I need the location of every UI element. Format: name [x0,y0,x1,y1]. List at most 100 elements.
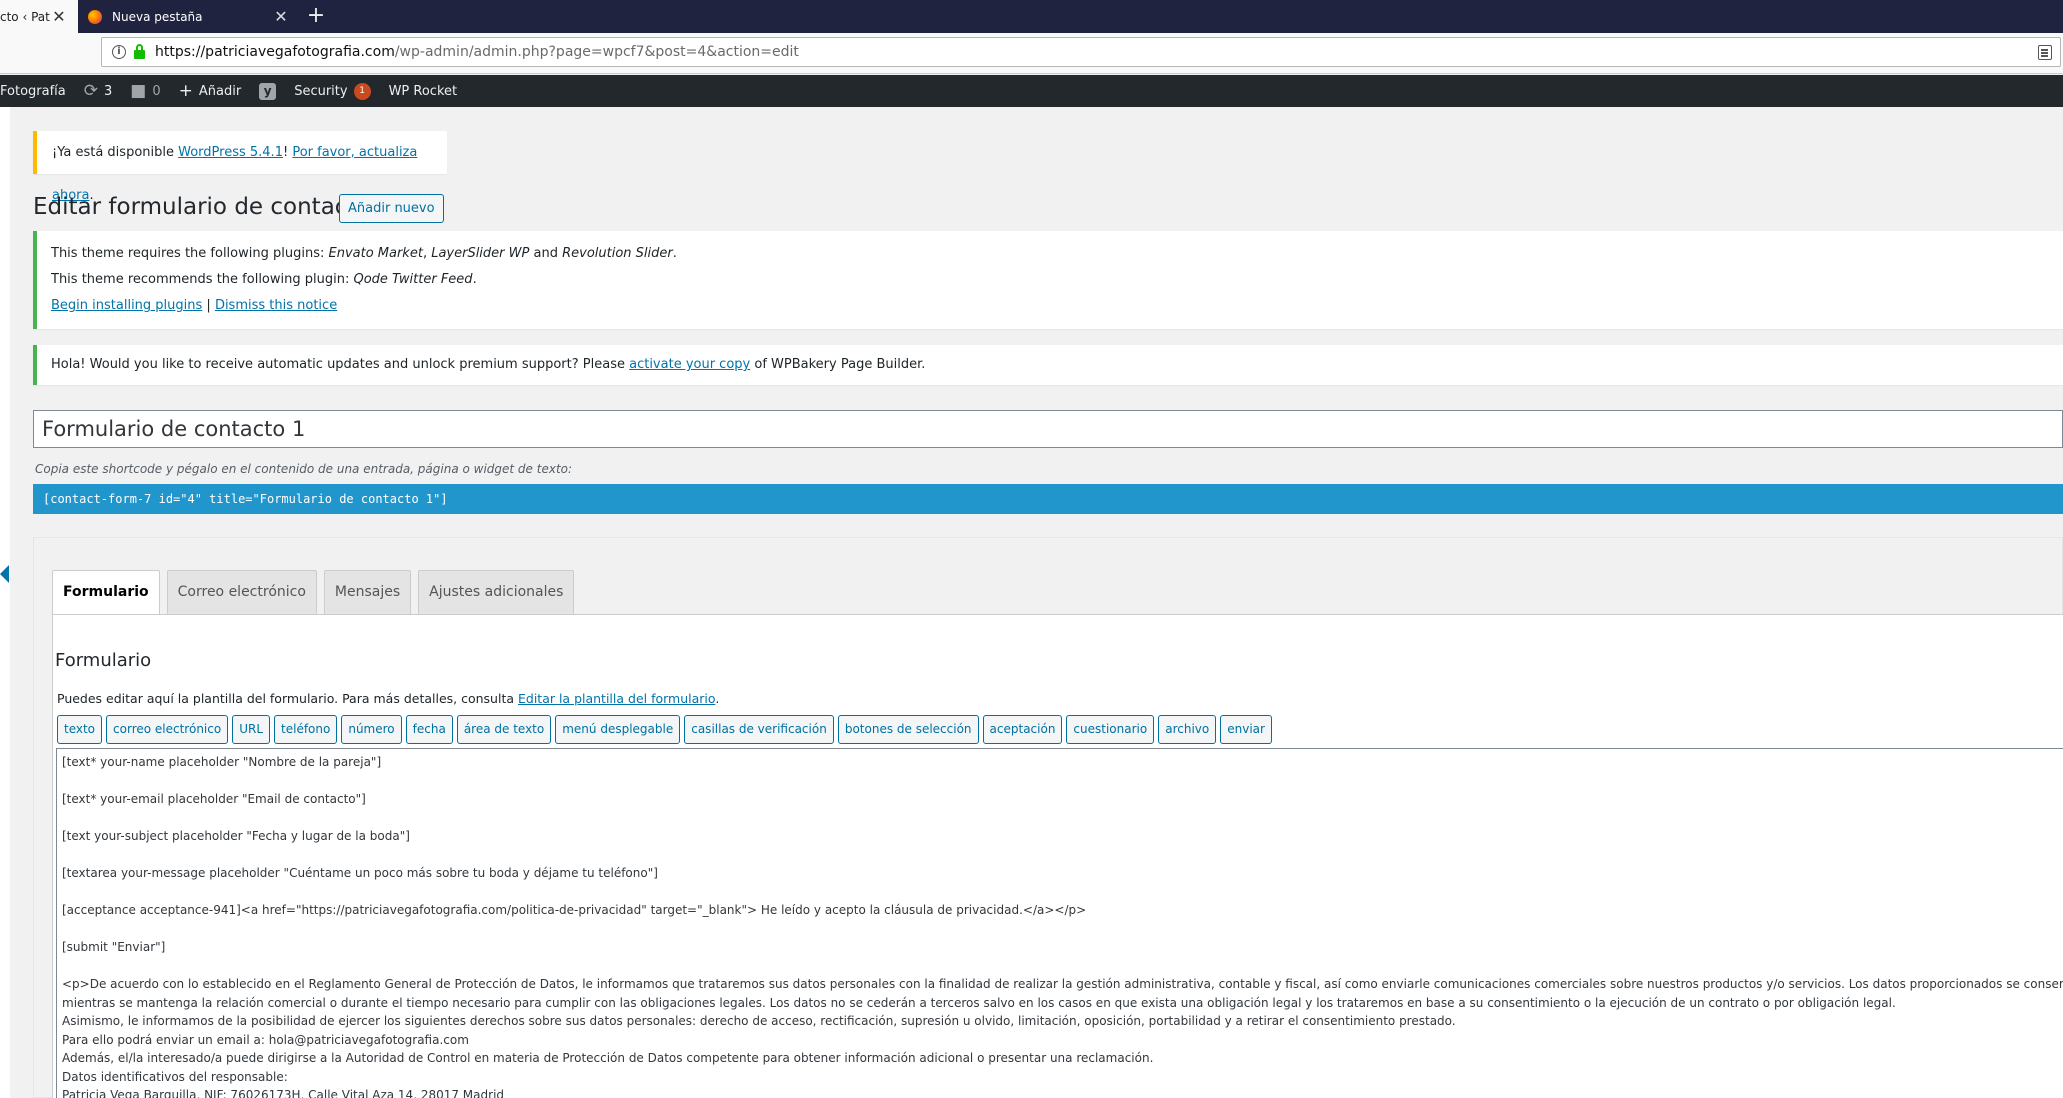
required-plugins-notice: This theme requires the following plugin… [33,231,2063,329]
tag-button-aceptacion[interactable]: aceptación [982,715,1063,744]
tab-title: Nueva pestaña [112,9,203,24]
code-line: mientras se mantenga la relación comerci… [62,995,1896,1010]
notice-text: and [529,246,563,261]
plugin-name: Qode Twitter Feed [353,272,473,287]
admin-bar-add-new[interactable]: + Añadir [179,81,242,101]
tag-button-url[interactable]: URL [232,715,271,744]
editor-tabs: Formulario Correo electrónico Mensajes A… [52,570,581,615]
admin-bar-site-name[interactable]: Fotografía [0,84,66,99]
tab-mensajes[interactable]: Mensajes [323,570,412,614]
url-path: /wp-admin/admin.php?page=wpcf7&post=4&ac… [394,44,799,60]
browser-tab-new[interactable]: Nueva pestaña ✕ [78,0,300,33]
form-title-input[interactable]: Formulario de contacto 1 [33,410,2063,448]
notice-text: of WPBakery Page Builder. [750,357,926,372]
code-line: Datos identificativos del responsable: [62,1069,288,1084]
plugin-name: LayerSlider WP [431,246,530,261]
code-line: [text your-subject placeholder "Fecha y … [62,829,410,843]
tag-button-menu-desplegable[interactable]: menú desplegable [555,715,681,744]
code-line: [acceptance acceptance-941]<a href="http… [62,903,1087,917]
tag-button-cuestionario[interactable]: cuestionario [1066,715,1155,744]
page-title: Editar formulario de contacto [33,194,371,220]
wp-admin-bar: Fotografía ⟳ 3 ■ 0 + Añadir y Security 1 WP … [0,75,2063,107]
tag-button-fecha[interactable]: fecha [405,715,453,744]
tag-button-casillas[interactable]: casillas de verificación [684,715,834,744]
add-new-button[interactable]: Añadir nuevo [339,194,444,223]
site-name-label: Fotografía [0,83,66,99]
begin-installing-plugins-link[interactable]: Begin installing plugins [51,298,202,313]
admin-bar-wp-rocket[interactable]: WP Rocket [389,84,458,99]
admin-bar-updates[interactable]: ⟳ 3 [84,81,113,101]
firefox-icon [88,9,102,24]
browser-tab-bar: cto ‹ Patr ✕ Nueva pestaña ✕ + [0,0,2063,33]
yoast-icon: y [259,82,277,100]
form-template-textarea[interactable]: [text* your-name placeholder "Nombre de … [56,748,2063,1098]
plugin-name: Envato Market [328,246,423,261]
security-label: Security [294,83,348,99]
tag-button-correo-electronico[interactable]: correo electrónico [106,715,229,744]
panel-desc-text: . [715,691,720,706]
info-icon[interactable]: i [112,45,126,59]
tag-button-area-de-texto[interactable]: área de texto [456,715,552,744]
security-badge: 1 [353,82,371,100]
tag-button-texto[interactable]: texto [57,715,103,744]
panel-description: Puedes editar aquí la plantilla del form… [57,691,719,706]
tag-button-numero[interactable]: número [341,715,402,744]
comment-icon: ■ [130,81,147,101]
tab-formulario[interactable]: Formulario [52,570,160,615]
update-nag-middle: ! [282,145,293,160]
wp-rocket-label: WP Rocket [388,83,458,99]
browser-nav-bar: i https://patriciavegafotografia.com/wp-… [0,33,2063,74]
notice-text: . [472,272,477,287]
code-line: Además, el/la interesado/a puede dirigir… [62,1051,1154,1065]
update-nag: ¡Ya está disponible WordPress 5.4.1! Por… [33,131,447,203]
plugin-name: Revolution Slider [562,246,673,261]
shortcode-description: Copia este shortcode y pégalo en el cont… [35,462,573,476]
activate-copy-link[interactable]: activate your copy [629,357,750,372]
tab-correo-electronico[interactable]: Correo electrónico [166,570,317,614]
url-host: https://patriciavegafotografia.com [155,44,395,60]
close-icon[interactable]: ✕ [272,7,290,26]
comments-count: 0 [152,83,161,99]
lock-icon [134,44,145,59]
panel-heading: Formulario [55,650,152,671]
browser-tab-active[interactable]: cto ‹ Patr ✕ [0,0,78,33]
dismiss-notice-link[interactable]: Dismiss this notice [215,298,337,313]
tag-button-telefono[interactable]: teléfono [274,715,338,744]
admin-bar-yoast[interactable]: y [259,82,277,100]
menu-collapse-arrow-icon[interactable] [0,565,9,583]
tag-button-archivo[interactable]: archivo [1158,715,1217,744]
new-tab-button[interactable]: + [302,3,330,31]
updates-count: 3 [104,83,113,99]
code-line: <p>De acuerdo con lo establecido en el R… [62,977,2063,991]
tag-button-enviar[interactable]: enviar [1220,715,1272,744]
code-line: [textarea your-message placeholder "Cuén… [62,866,658,880]
url-text[interactable]: https://patriciavegafotografia.com/wp-ad… [155,44,799,60]
form-panel: Formulario Puedes editar aquí la plantil… [52,614,2063,1098]
tab-ajustes-adicionales[interactable]: Ajustes adicionales [418,570,575,614]
admin-bar-security[interactable]: Security 1 [294,82,371,100]
code-line: Para ello podrá enviar un email a: hola@… [62,1032,469,1047]
add-new-label: Añadir [198,83,242,99]
code-line: [text* your-email placeholder "Email de … [62,792,366,806]
wpbakery-notice: Hola! Would you like to receive automati… [33,345,2063,385]
tag-generator-buttons: texto correo electrónico URL teléfono nú… [57,715,1276,744]
code-line: [submit "Enviar"] [62,940,166,954]
notice-actions: Begin installing plugins | Dismiss this … [51,293,2063,319]
reader-view-icon[interactable] [2038,45,2052,60]
shortcode-field[interactable]: [contact-form-7 id="4" title="Formulario… [33,484,2063,514]
admin-bar-comments[interactable]: ■ 0 [130,81,160,101]
close-icon[interactable]: ✕ [50,7,68,26]
tag-button-botones-seleccion[interactable]: botones de selección [837,715,979,744]
notice-text: This theme requires the following plugin… [51,246,329,261]
wordpress-version-link[interactable]: WordPress 5.4.1 [178,145,283,160]
required-plugins-line: This theme requires the following plugin… [51,241,2063,267]
code-line: Patricia Vega Barquilla, NIF: 76026173H,… [62,1088,505,1098]
edit-template-link[interactable]: Editar la plantilla del formulario [518,691,715,706]
url-bar[interactable]: i https://patriciavegafotografia.com/wp-… [101,37,2061,67]
